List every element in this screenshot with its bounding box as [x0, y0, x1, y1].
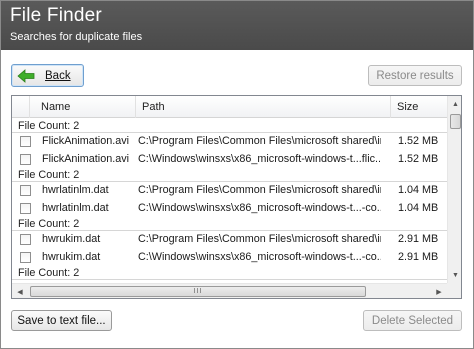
scrollbar-corner — [447, 283, 461, 298]
vertical-scrollbar[interactable]: ▲ ▼ — [447, 96, 461, 283]
file-checkbox[interactable] — [20, 136, 31, 147]
restore-results-button[interactable]: Restore results — [368, 65, 462, 86]
file-checkbox[interactable] — [20, 251, 31, 263]
file-name: FlickAnimation.avi — [42, 135, 130, 147]
group-header: File Count: 2 — [12, 266, 447, 280]
list-item[interactable]: FlickAnimation.avi C:\Windows\winsxs\x86… — [12, 151, 447, 169]
file-checkbox[interactable] — [20, 202, 31, 214]
list-item[interactable]: FlickAnimation.avi C:\Program Files\Comm… — [12, 133, 447, 151]
green-left-arrow-icon — [17, 68, 35, 83]
list-item[interactable]: hwrlatinlm.dat C:\Program Files\Common F… — [12, 182, 447, 200]
file-size: 2.91 MB — [398, 233, 439, 245]
scroll-down-icon[interactable]: ▼ — [448, 267, 461, 283]
file-finder-window: File Finder Searches for duplicate files… — [0, 0, 474, 349]
file-name: FlickAnimation.avi — [42, 152, 130, 165]
vertical-scroll-thumb[interactable] — [450, 114, 461, 129]
list-rows: File Count: 2 FlickAnimation.avi C:\Prog… — [12, 119, 447, 280]
delete-selected-button[interactable]: Delete Selected — [363, 310, 462, 331]
column-header-size[interactable]: Size — [391, 96, 447, 118]
group-header: File Count: 2 — [12, 119, 447, 133]
app-subtitle: Searches for duplicate files — [10, 31, 143, 43]
file-checkbox[interactable] — [20, 185, 31, 196]
save-to-text-file-button[interactable]: Save to text file... — [11, 310, 112, 331]
file-name: hwrlatinlm.dat — [42, 184, 109, 196]
column-header-name[interactable]: Name — [30, 96, 136, 118]
list-item[interactable]: hwrukim.dat C:\Program Files\Common File… — [12, 231, 447, 249]
duplicate-files-list[interactable]: Name Path Size File Count: 2 FlickAnimat… — [11, 95, 462, 299]
list-item[interactable]: hwrlatinlm.dat C:\Windows\winsxs\x86_mic… — [12, 200, 447, 218]
scroll-up-icon[interactable]: ▲ — [448, 96, 461, 112]
file-checkbox[interactable] — [20, 153, 31, 165]
back-button[interactable]: Back — [11, 64, 84, 87]
horizontal-scroll-thumb[interactable]: III — [30, 286, 366, 297]
column-header-path[interactable]: Path — [136, 96, 391, 118]
file-name: hwrukim.dat — [42, 250, 101, 263]
column-header-row: Name Path Size — [12, 96, 447, 118]
file-name: hwrukim.dat — [42, 233, 101, 245]
back-button-label: Back — [45, 69, 71, 82]
file-name: hwrlatinlm.dat — [42, 201, 109, 214]
header-bar: File Finder Searches for duplicate files — [1, 1, 473, 50]
file-size: 2.91 MB — [398, 250, 439, 263]
scroll-grip-icon: III — [193, 288, 203, 295]
file-size: 1.52 MB — [398, 152, 439, 165]
list-item[interactable]: hwrukim.dat C:\Windows\winsxs\x86_micros… — [12, 249, 447, 267]
file-size: 1.04 MB — [398, 201, 439, 214]
file-path: C:\Windows\winsxs\x86_microsoft-windows-… — [138, 201, 381, 214]
app-title: File Finder — [10, 5, 102, 26]
group-header: File Count: 2 — [12, 217, 447, 231]
file-size: 1.52 MB — [398, 135, 439, 147]
scroll-right-icon[interactable]: ▶ — [431, 284, 447, 298]
file-path: C:\Program Files\Common Files\microsoft … — [138, 233, 381, 245]
file-path: C:\Windows\winsxs\x86_microsoft-windows-… — [138, 152, 381, 165]
scroll-left-icon[interactable]: ◀ — [12, 284, 28, 298]
file-path: C:\Windows\winsxs\x86_microsoft-windows-… — [138, 250, 381, 263]
horizontal-scrollbar[interactable]: ◀ III ▶ — [12, 283, 447, 298]
checkbox-column-header — [12, 96, 30, 118]
file-checkbox[interactable] — [20, 234, 31, 245]
file-path: C:\Program Files\Common Files\microsoft … — [138, 184, 381, 196]
group-header: File Count: 2 — [12, 168, 447, 182]
file-size: 1.04 MB — [398, 184, 439, 196]
file-path: C:\Program Files\Common Files\microsoft … — [138, 135, 381, 147]
